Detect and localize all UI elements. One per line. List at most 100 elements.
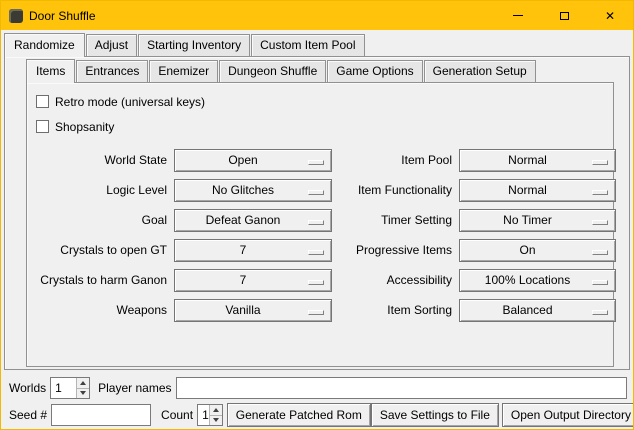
save-settings-button[interactable]: Save Settings to File xyxy=(371,403,499,427)
item-sorting-dropdown[interactable]: Balanced xyxy=(459,299,616,322)
item-functionality-label: Item Functionality xyxy=(339,183,452,197)
dropdown-indicator-icon xyxy=(308,310,324,315)
world-state-value: Open xyxy=(228,153,257,167)
tab-custom-item-pool[interactable]: Custom Item Pool xyxy=(251,34,364,56)
item-pool-label: Item Pool xyxy=(339,153,452,167)
progressive-items-value: On xyxy=(519,243,535,257)
count-stepper[interactable]: 1 xyxy=(197,404,223,426)
dropdown-indicator-icon xyxy=(592,250,608,255)
window-title: Door Shuffle xyxy=(29,9,96,23)
player-names-input[interactable] xyxy=(176,377,628,399)
tab-randomize[interactable]: Randomize xyxy=(4,33,85,57)
tab-enemizer[interactable]: Enemizer xyxy=(149,60,218,82)
worlds-down-button[interactable] xyxy=(77,388,89,399)
retro-mode-checkbox[interactable]: Retro mode (universal keys) xyxy=(36,89,609,114)
worlds-value: 1 xyxy=(51,378,76,398)
checkbox-box-icon[interactable] xyxy=(36,120,49,133)
minimize-button[interactable] xyxy=(495,1,541,30)
item-functionality-value: Normal xyxy=(508,183,547,197)
titlebar[interactable]: Door Shuffle ✕ xyxy=(1,1,633,30)
item-sorting-value: Balanced xyxy=(502,303,552,317)
tab-entrances[interactable]: Entrances xyxy=(76,60,148,82)
close-button[interactable]: ✕ xyxy=(587,1,633,30)
worlds-up-button[interactable] xyxy=(77,378,89,388)
settings-grid: World State Open Item Pool Normal Logic … xyxy=(33,145,609,325)
crystals-gt-label: Crystals to open GT xyxy=(33,243,167,257)
worlds-label: Worlds xyxy=(9,381,46,395)
timer-setting-label: Timer Setting xyxy=(339,213,452,227)
seed-row: Seed # Count 1 Generate Patched Rom Save… xyxy=(9,403,627,427)
item-pool-value: Normal xyxy=(508,153,547,167)
player-names-label: Player names xyxy=(98,381,171,395)
dropdown-indicator-icon xyxy=(308,220,324,225)
item-functionality-dropdown[interactable]: Normal xyxy=(459,179,616,202)
goal-label: Goal xyxy=(33,213,167,227)
main-notebook: Randomize Adjust Starting Inventory Cust… xyxy=(4,33,630,370)
dropdown-indicator-icon xyxy=(592,310,608,315)
crystals-gt-dropdown[interactable]: 7 xyxy=(174,239,332,262)
arrow-up-icon xyxy=(213,408,219,412)
tab-generation-setup[interactable]: Generation Setup xyxy=(424,60,536,82)
timer-setting-dropdown[interactable]: No Timer xyxy=(459,209,616,232)
arrow-down-icon xyxy=(213,418,219,422)
dropdown-indicator-icon xyxy=(592,160,608,165)
goal-value: Defeat Ganon xyxy=(206,213,281,227)
bottom-controls: Worlds 1 Player names Seed # Count 1 xyxy=(9,376,627,427)
world-state-label: World State xyxy=(33,153,167,167)
tab-dungeon-shuffle[interactable]: Dungeon Shuffle xyxy=(219,60,326,82)
randomize-sub-notebook: Items Entrances Enemizer Dungeon Shuffle… xyxy=(26,59,614,367)
dropdown-indicator-icon xyxy=(308,160,324,165)
maximize-icon xyxy=(560,12,569,20)
dropdown-indicator-icon xyxy=(592,280,608,285)
arrow-down-icon xyxy=(80,391,86,395)
close-icon: ✕ xyxy=(605,10,615,22)
crystals-gt-value: 7 xyxy=(240,243,247,257)
count-value: 1 xyxy=(198,405,209,425)
seed-input[interactable] xyxy=(51,404,151,426)
app-icon xyxy=(9,9,23,23)
door-shuffle-window: Door Shuffle ✕ Randomize Adjust Starting… xyxy=(0,0,634,430)
logic-level-dropdown[interactable]: No Glitches xyxy=(174,179,332,202)
items-page: Retro mode (universal keys) Shopsanity W… xyxy=(26,82,614,367)
retro-mode-label: Retro mode (universal keys) xyxy=(55,95,205,109)
count-down-button[interactable] xyxy=(210,415,222,426)
generate-patched-rom-button[interactable]: Generate Patched Rom xyxy=(227,403,371,427)
dropdown-indicator-icon xyxy=(592,220,608,225)
dropdown-indicator-icon xyxy=(308,280,324,285)
item-pool-dropdown[interactable]: Normal xyxy=(459,149,616,172)
logic-level-value: No Glitches xyxy=(212,183,274,197)
tab-items[interactable]: Items xyxy=(26,59,75,83)
world-state-dropdown[interactable]: Open xyxy=(174,149,332,172)
worlds-stepper[interactable]: 1 xyxy=(50,377,90,399)
accessibility-dropdown[interactable]: 100% Locations xyxy=(459,269,616,292)
progressive-items-dropdown[interactable]: On xyxy=(459,239,616,262)
weapons-value: Vanilla xyxy=(225,303,260,317)
count-label: Count xyxy=(161,408,193,422)
randomize-page: Items Entrances Enemizer Dungeon Shuffle… xyxy=(4,56,630,370)
tab-starting-inventory[interactable]: Starting Inventory xyxy=(138,34,250,56)
logic-level-label: Logic Level xyxy=(33,183,167,197)
progressive-items-label: Progressive Items xyxy=(339,243,452,257)
open-output-directory-button[interactable]: Open Output Directory xyxy=(502,403,634,427)
tab-game-options[interactable]: Game Options xyxy=(327,60,422,82)
dropdown-indicator-icon xyxy=(308,250,324,255)
maximize-button[interactable] xyxy=(541,1,587,30)
accessibility-label: Accessibility xyxy=(339,273,452,287)
crystals-ganon-label: Crystals to harm Ganon xyxy=(33,273,167,287)
worlds-row: Worlds 1 Player names xyxy=(9,376,627,400)
main-tab-bar: Randomize Adjust Starting Inventory Cust… xyxy=(4,33,630,56)
goal-dropdown[interactable]: Defeat Ganon xyxy=(174,209,332,232)
dropdown-indicator-icon xyxy=(308,190,324,195)
tab-adjust[interactable]: Adjust xyxy=(86,34,137,56)
arrow-up-icon xyxy=(80,381,86,385)
crystals-ganon-dropdown[interactable]: 7 xyxy=(174,269,332,292)
count-up-button[interactable] xyxy=(210,405,222,415)
checkbox-box-icon[interactable] xyxy=(36,95,49,108)
accessibility-value: 100% Locations xyxy=(485,273,570,287)
sub-tab-bar: Items Entrances Enemizer Dungeon Shuffle… xyxy=(26,59,614,82)
item-sorting-label: Item Sorting xyxy=(339,303,452,317)
crystals-ganon-value: 7 xyxy=(240,273,247,287)
weapons-dropdown[interactable]: Vanilla xyxy=(174,299,332,322)
shopsanity-label: Shopsanity xyxy=(55,120,114,134)
shopsanity-checkbox[interactable]: Shopsanity xyxy=(36,114,609,139)
